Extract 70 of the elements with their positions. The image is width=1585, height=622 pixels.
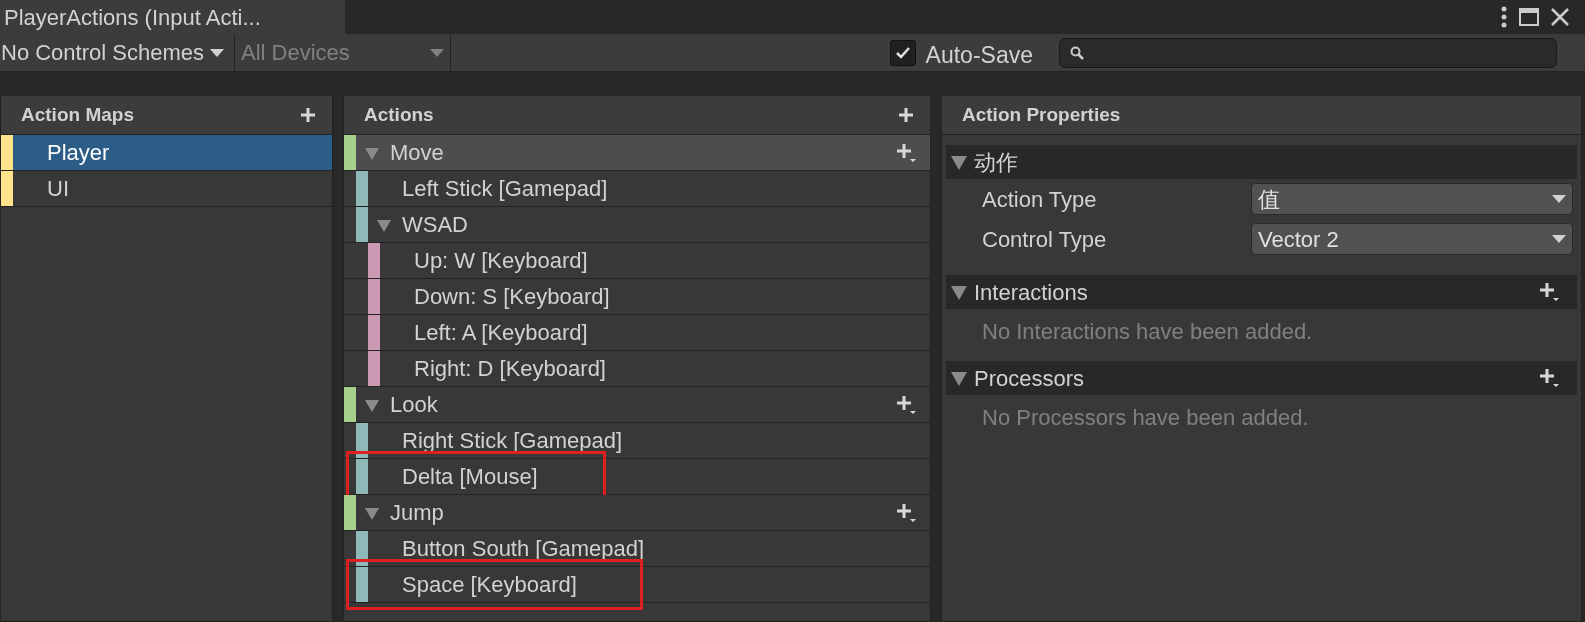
empty-message: No Processors have been added.: [981, 404, 1310, 431]
action-label: Jump: [390, 499, 444, 527]
binding-label: Left Stick [Gamepad]: [402, 175, 608, 203]
binding-row[interactable]: Down: S [Keyboard]: [344, 279, 930, 315]
panel-title: Action Properties: [962, 102, 1121, 127]
binding-label: Left: A [Keyboard]: [414, 319, 588, 347]
add-icon[interactable]: [1539, 368, 1561, 388]
add-icon[interactable]: [1539, 282, 1561, 302]
binding-row[interactable]: Right: D [Keyboard]: [344, 351, 930, 387]
composite-label: WSAD: [402, 211, 468, 239]
binding-label: Up: W [Keyboard]: [414, 247, 588, 275]
action-map-item[interactable]: UI: [1, 171, 332, 207]
search-icon: [1070, 45, 1084, 60]
composite-row[interactable]: WSAD: [344, 207, 930, 243]
more-icon[interactable]: [1501, 6, 1507, 28]
action-map-label: Player: [47, 139, 110, 167]
dropdown-field[interactable]: Vector 2: [1251, 223, 1573, 255]
section-header[interactable]: 动作: [946, 145, 1577, 179]
triangle-icon[interactable]: [950, 153, 968, 171]
add-binding-icon[interactable]: [896, 394, 918, 415]
dropdown-arrow-icon: [1552, 195, 1566, 203]
binding-label: Right: D [Keyboard]: [414, 355, 606, 383]
binding-label: Button South [Gamepad]: [402, 535, 645, 563]
panel-title: Action Maps: [21, 102, 134, 127]
section-title: 动作: [974, 148, 1018, 177]
binding-row[interactable]: Right Stick [Gamepad]: [344, 423, 930, 459]
section-header[interactable]: Processors: [946, 361, 1577, 395]
binding-row[interactable]: Delta [Mouse]: [344, 459, 930, 495]
dropdown-arrow-icon: [210, 48, 224, 57]
action-row[interactable]: Move: [344, 135, 930, 171]
binding-row[interactable]: Space [Keyboard]: [344, 567, 930, 603]
binding-label: Delta [Mouse]: [402, 463, 538, 491]
close-icon[interactable]: [1551, 8, 1569, 26]
field-label: Action Type: [982, 185, 1098, 214]
auto-save-checkbox[interactable]: [889, 39, 916, 66]
section-title: Processors: [974, 364, 1085, 393]
binding-row[interactable]: Left Stick [Gamepad]: [344, 171, 930, 207]
triangle-icon[interactable]: [950, 369, 968, 387]
binding-row[interactable]: Left: A [Keyboard]: [344, 315, 930, 351]
add-binding-icon[interactable]: [896, 142, 918, 163]
window-title: PlayerActions (Input Acti...: [4, 3, 261, 32]
action-label: Look: [390, 391, 438, 419]
action-row[interactable]: Look: [344, 387, 930, 423]
add-binding-icon[interactable]: [896, 502, 918, 523]
panel-title: Actions: [364, 102, 434, 127]
binding-label: Right Stick [Gamepad]: [402, 427, 623, 455]
section-title: Interactions: [974, 278, 1088, 307]
control-scheme-dropdown[interactable]: No Control Schemes: [0, 34, 235, 71]
field-label: Control Type: [982, 225, 1108, 254]
search-field[interactable]: [1059, 37, 1557, 68]
binding-label: Down: S [Keyboard]: [414, 283, 610, 311]
check-icon: [894, 45, 911, 60]
action-row[interactable]: Jump: [344, 495, 930, 531]
dropdown-arrow-icon: [430, 48, 444, 57]
add-icon[interactable]: [300, 107, 316, 123]
window-tab[interactable]: PlayerActions (Input Acti...: [0, 0, 345, 34]
action-label: Move: [390, 139, 444, 167]
binding-row[interactable]: Up: W [Keyboard]: [344, 243, 930, 279]
binding-row[interactable]: Button South [Gamepad]: [344, 531, 930, 567]
triangle-icon[interactable]: [950, 283, 968, 301]
maximize-icon[interactable]: [1519, 8, 1539, 26]
dropdown-arrow-icon: [1552, 235, 1566, 243]
binding-label: Space [Keyboard]: [402, 571, 577, 599]
empty-message: No Interactions have been added.: [981, 318, 1314, 345]
auto-save-label: Auto-Save: [925, 41, 1033, 71]
section-header[interactable]: Interactions: [946, 275, 1577, 309]
dropdown-field[interactable]: 值: [1251, 183, 1573, 215]
action-map-label: UI: [47, 175, 69, 203]
action-map-item[interactable]: Player: [1, 135, 332, 171]
add-icon[interactable]: [898, 107, 914, 123]
